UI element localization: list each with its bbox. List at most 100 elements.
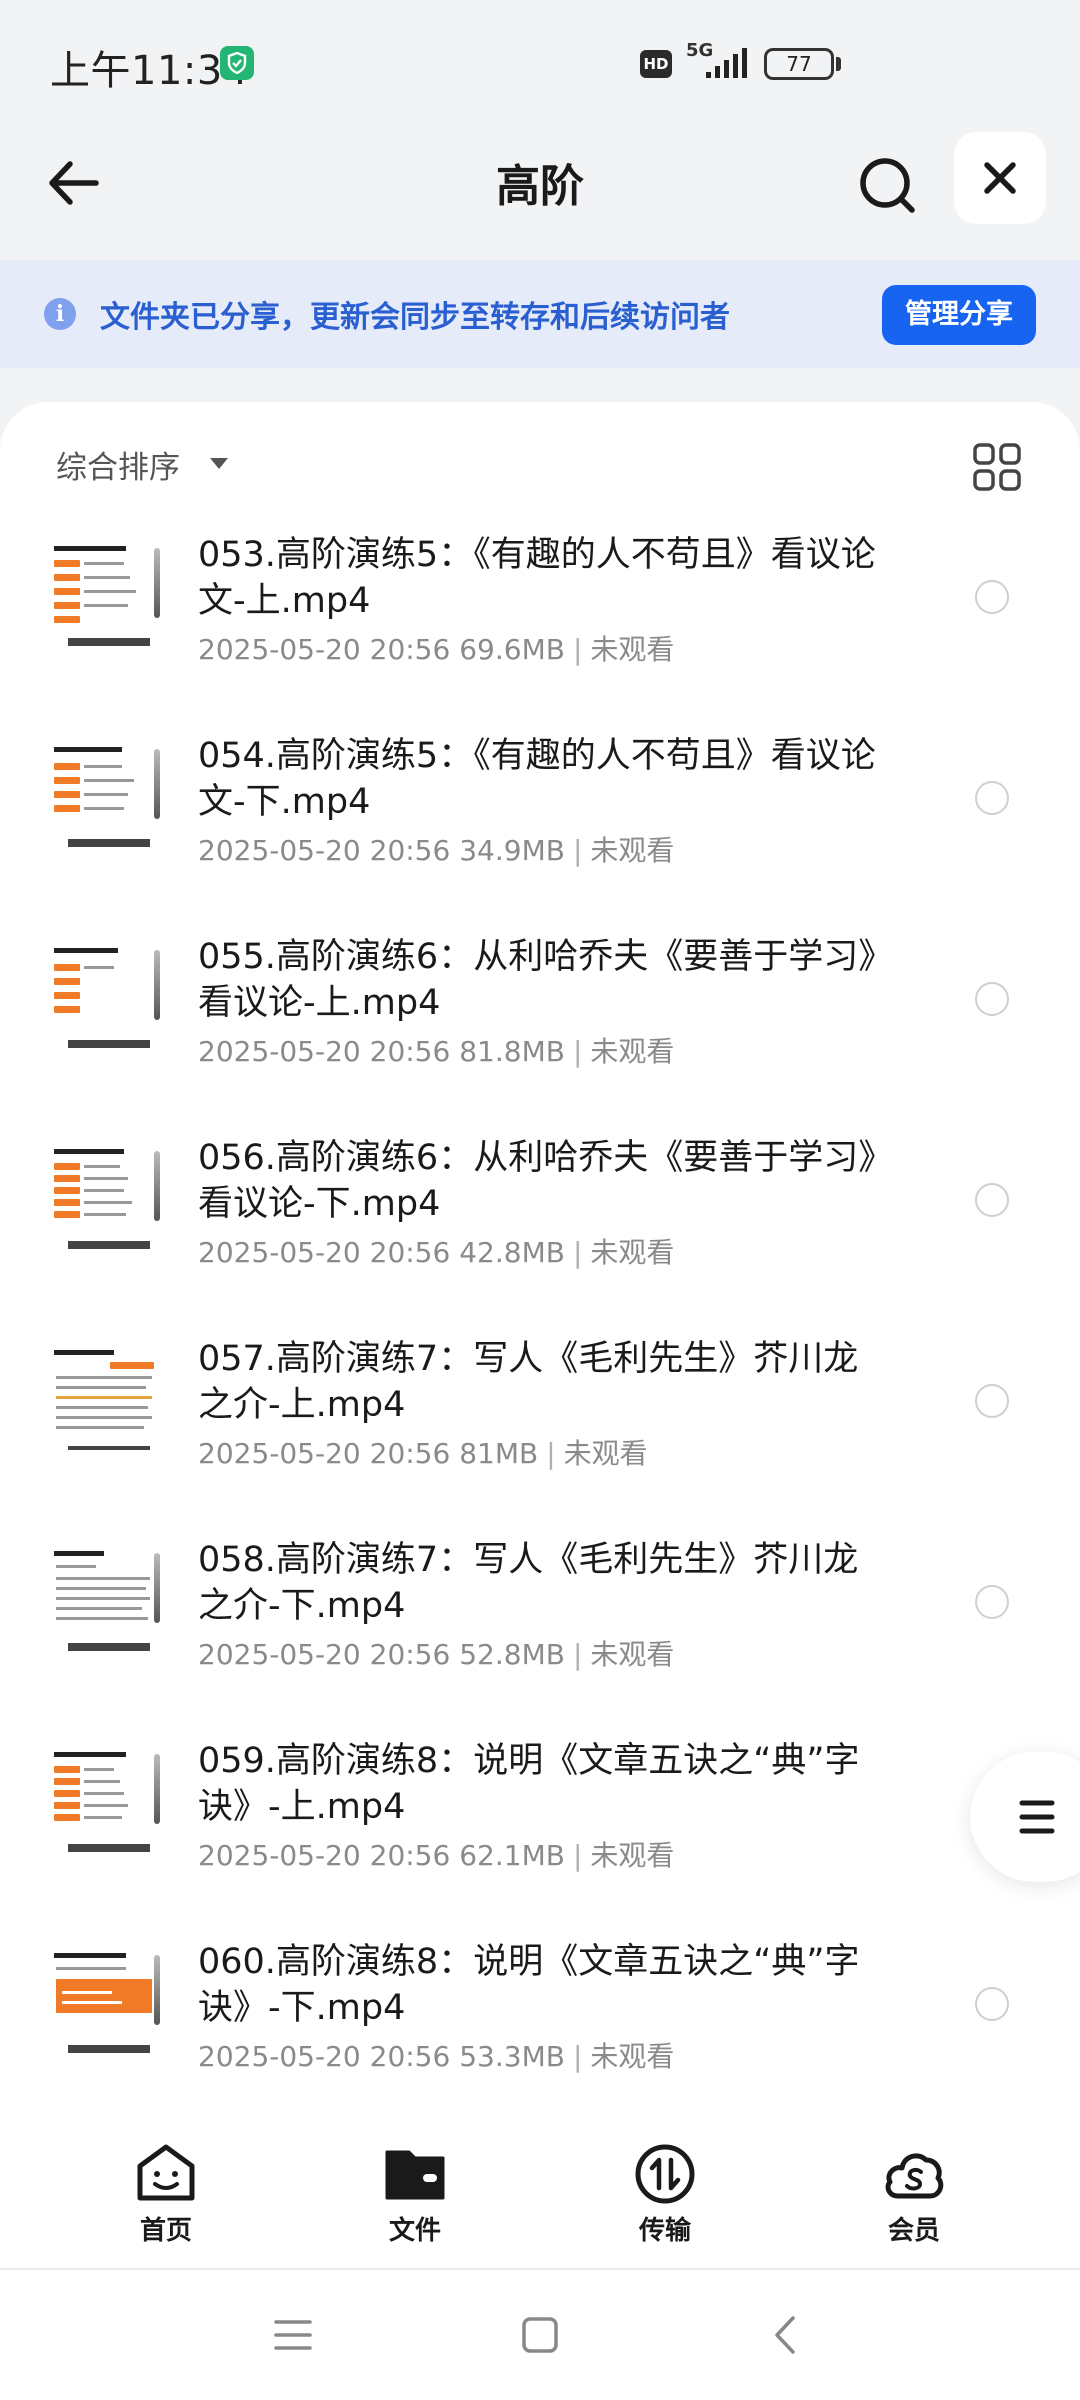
file-date: 2025-05-20 20:56 xyxy=(198,2040,451,2073)
file-meta: 2025-05-20 20:56 42.8MB | 未观看 xyxy=(198,1236,675,1269)
security-shield-icon xyxy=(220,46,254,80)
transfer-icon xyxy=(635,2144,695,2204)
video-thumbnail xyxy=(50,942,166,1054)
system-back-button[interactable] xyxy=(762,2310,812,2360)
file-list-card: 综合排序 053.高阶演练5：《有趣的人不苟且》看议论文-上.mp4 2025-… xyxy=(0,402,1080,2112)
select-checkbox[interactable] xyxy=(975,1987,1009,2021)
battery-tip xyxy=(836,57,841,71)
close-icon xyxy=(984,162,1016,194)
file-meta: 2025-05-20 20:56 53.3MB | 未观看 xyxy=(198,2040,675,2073)
video-thumbnail xyxy=(50,540,166,652)
folder-icon xyxy=(385,2150,445,2200)
nav-home[interactable]: 首页 xyxy=(96,2142,236,2262)
search-icon xyxy=(860,158,915,213)
search-button[interactable] xyxy=(850,148,926,224)
file-item[interactable]: 056.高阶演练6：从利哈乔夫《要善于学习》看议论-下.mp4 2025-05-… xyxy=(0,1131,1080,1331)
watch-status: 未观看 xyxy=(590,1638,675,1671)
bottom-nav: 首页 文件 传输 会员 xyxy=(0,2112,1080,2270)
file-meta: 2025-05-20 20:56 81.8MB | 未观看 xyxy=(198,1035,675,1068)
select-checkbox[interactable] xyxy=(975,580,1009,614)
system-home-button[interactable] xyxy=(515,2310,565,2360)
system-nav-bar xyxy=(0,2270,1080,2400)
close-button[interactable] xyxy=(954,132,1046,224)
watch-status: 未观看 xyxy=(590,1839,675,1872)
file-date: 2025-05-20 20:56 xyxy=(198,1236,451,1269)
watch-status: 未观看 xyxy=(590,2040,675,2073)
nav-label: 首页 xyxy=(139,2216,192,2246)
file-size: 81.8MB xyxy=(459,1035,565,1068)
file-item[interactable]: 060.高阶演练8：说明《文章五诀之“典”字诀》-下.mp4 2025-05-2… xyxy=(0,1935,1080,2112)
select-checkbox[interactable] xyxy=(975,1585,1009,1619)
file-date: 2025-05-20 20:56 xyxy=(198,1437,451,1470)
page-title: 高阶 xyxy=(496,161,584,212)
file-name: 059.高阶演练8：说明《文章五诀之“典”字诀》-上.mp4 xyxy=(198,1741,860,1827)
manage-share-button[interactable]: 管理分享 xyxy=(882,285,1036,345)
status-bar: 上午11:34 HD 5G 77 xyxy=(0,0,1080,128)
watch-status: 未观看 xyxy=(563,1437,648,1470)
video-thumbnail xyxy=(50,1746,166,1858)
select-checkbox[interactable] xyxy=(975,982,1009,1016)
info-icon: i xyxy=(44,298,76,330)
watch-status: 未观看 xyxy=(590,1035,675,1068)
file-size: 34.9MB xyxy=(459,834,565,867)
nav-label: 传输 xyxy=(638,2216,691,2246)
file-size: 81MB xyxy=(459,1437,539,1470)
back-button[interactable] xyxy=(40,148,110,218)
select-checkbox[interactable] xyxy=(975,1384,1009,1418)
file-meta: 2025-05-20 20:56 81MB | 未观看 xyxy=(198,1437,648,1470)
video-thumbnail xyxy=(50,1344,166,1456)
select-checkbox[interactable] xyxy=(975,1183,1009,1217)
home-smile-icon xyxy=(137,2144,195,2201)
file-date: 2025-05-20 20:56 xyxy=(198,633,451,666)
title-bar: 高阶 xyxy=(0,128,1080,260)
file-item[interactable]: 053.高阶演练5：《有趣的人不苟且》看议论文-上.mp4 2025-05-20… xyxy=(0,528,1080,728)
file-item[interactable]: 058.高阶演练7：写人《毛利先生》芥川龙之介-下.mp4 2025-05-20… xyxy=(0,1533,1080,1733)
select-checkbox[interactable] xyxy=(975,781,1009,815)
status-time: 上午11:34 xyxy=(50,48,249,94)
file-name: 055.高阶演练6：从利哈乔夫《要善于学习》看议论-上.mp4 xyxy=(198,937,876,1023)
file-item[interactable]: 054.高阶演练5：《有趣的人不苟且》看议论文-下.mp4 2025-05-20… xyxy=(0,729,1080,929)
file-name: 057.高阶演练7：写人《毛利先生》芥川龙之介-上.mp4 xyxy=(198,1339,859,1425)
nav-vip[interactable]: 会员 xyxy=(844,2142,984,2262)
file-item[interactable]: 055.高阶演练6：从利哈乔夫《要善于学习》看议论-上.mp4 2025-05-… xyxy=(0,930,1080,1130)
file-item[interactable]: 057.高阶演练7：写人《毛利先生》芥川龙之介-上.mp4 2025-05-20… xyxy=(0,1332,1080,1532)
file-date: 2025-05-20 20:56 xyxy=(198,1839,451,1872)
nav-transfer[interactable]: 传输 xyxy=(595,2142,735,2262)
watch-status: 未观看 xyxy=(590,633,675,666)
share-banner: i 文件夹已分享，更新会同步至转存和后续访问者 管理分享 xyxy=(0,260,1080,368)
nav-files[interactable]: 文件 xyxy=(345,2142,485,2262)
list-menu-icon xyxy=(1019,1800,1055,1834)
grid-view-icon xyxy=(973,443,1021,491)
nav-label: 文件 xyxy=(388,2216,441,2246)
file-item[interactable]: 059.高阶演练8：说明《文章五诀之“典”字诀》-上.mp4 2025-05-2… xyxy=(0,1734,1080,1934)
system-menu-button[interactable] xyxy=(268,2310,318,2360)
signal-icon xyxy=(706,48,747,78)
file-date: 2025-05-20 20:56 xyxy=(198,1638,451,1671)
file-meta: 2025-05-20 20:56 62.1MB | 未观看 xyxy=(198,1839,675,1872)
video-thumbnail xyxy=(50,1545,166,1657)
file-size: 53.3MB xyxy=(459,2040,565,2073)
view-toggle-button[interactable] xyxy=(972,442,1022,492)
file-name: 054.高阶演练5：《有趣的人不苟且》看议论文-下.mp4 xyxy=(198,736,876,822)
file-meta: 2025-05-20 20:56 34.9MB | 未观看 xyxy=(198,834,675,867)
share-message: 文件夹已分享，更新会同步至转存和后续访问者 xyxy=(100,300,730,335)
file-date: 2025-05-20 20:56 xyxy=(198,834,451,867)
file-name: 060.高阶演练8：说明《文章五诀之“典”字诀》-下.mp4 xyxy=(198,1942,860,2028)
vip-cloud-icon xyxy=(885,2153,944,2199)
watch-status: 未观看 xyxy=(590,834,675,867)
file-size: 42.8MB xyxy=(459,1236,565,1269)
file-size: 62.1MB xyxy=(459,1839,565,1872)
file-meta: 2025-05-20 20:56 69.6MB | 未观看 xyxy=(198,633,675,666)
video-thumbnail xyxy=(50,1947,166,2059)
arrow-left-icon xyxy=(49,161,99,205)
caret-down-icon[interactable] xyxy=(210,458,228,469)
watch-status: 未观看 xyxy=(590,1236,675,1269)
sort-row: 综合排序 xyxy=(0,402,1080,522)
file-name: 056.高阶演练6：从利哈乔夫《要善于学习》看议论-下.mp4 xyxy=(198,1138,876,1224)
battery-icon: 77 xyxy=(764,48,834,80)
sort-dropdown[interactable]: 综合排序 xyxy=(56,442,180,487)
back-chevron-icon xyxy=(775,2316,795,2354)
video-thumbnail xyxy=(50,1143,166,1255)
file-size: 52.8MB xyxy=(459,1638,565,1671)
file-meta: 2025-05-20 20:56 52.8MB | 未观看 xyxy=(198,1638,675,1671)
